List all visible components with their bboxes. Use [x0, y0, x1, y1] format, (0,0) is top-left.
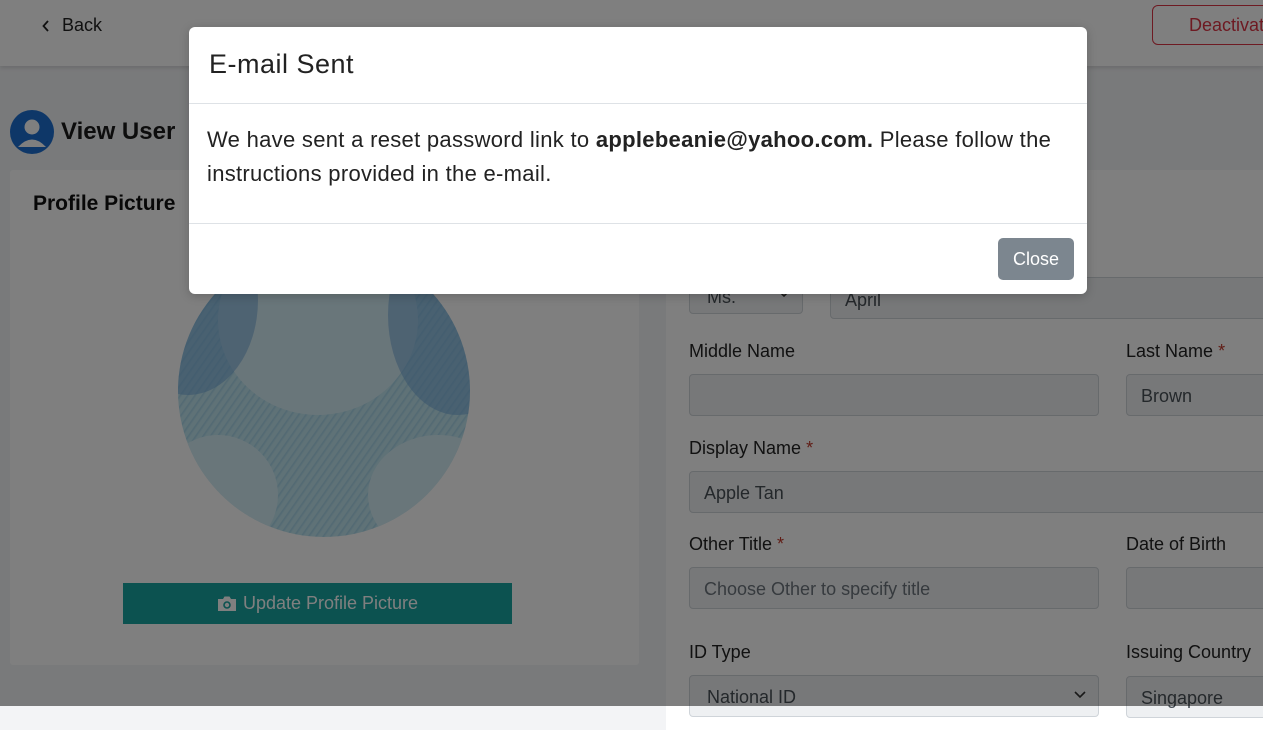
modal-title: E-mail Sent [209, 49, 355, 79]
modal-footer [189, 223, 1087, 295]
email-address: applebeanie@yahoo.com. [595, 127, 874, 152]
modal-body-text: We have sent a reset password link to ap… [207, 127, 1052, 186]
close-button[interactable]: Close [998, 238, 1074, 280]
email-sent-modal: E-mail Sent We have sent a reset passwor… [189, 27, 1087, 294]
modal-header: E-mail Sent [189, 27, 1087, 104]
